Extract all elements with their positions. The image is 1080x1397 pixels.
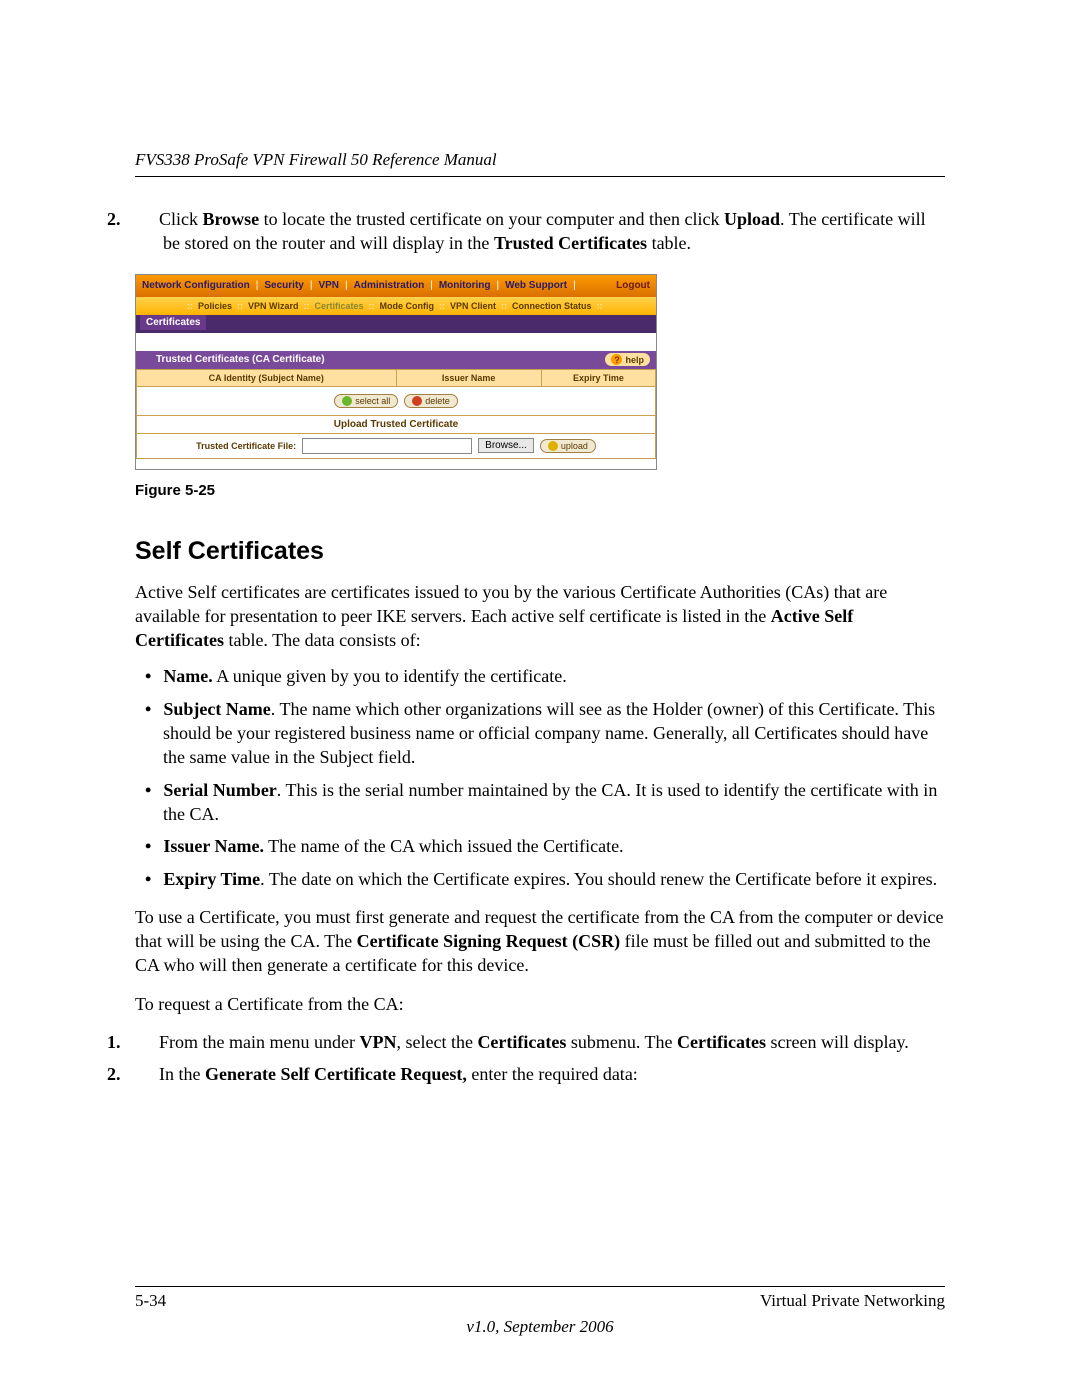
subnav-connection-status[interactable]: Connection Status <box>508 301 596 311</box>
tab-bar: Certificates <box>136 315 656 333</box>
tab-certificates[interactable]: Certificates <box>140 315 206 330</box>
nav-item-administration[interactable]: Administration <box>348 280 431 291</box>
page-footer: 5-34 Virtual Private Networking v1.0, Se… <box>135 1286 945 1337</box>
col-issuer-name: Issuer Name <box>396 369 541 386</box>
section-heading-self-certificates: Self Certificates <box>135 537 945 566</box>
figure-caption: Figure 5-25 <box>135 482 945 499</box>
nav-item-security[interactable]: Security <box>258 280 309 291</box>
top-nav: Network Configuration| Security| VPN| Ad… <box>136 275 656 297</box>
bullet-issuer-name: Issuer Name. The name of the CA which is… <box>135 834 945 858</box>
panel-header-trusted-certs: Trusted Certificates (CA Certificate) he… <box>136 351 656 369</box>
col-ca-identity: CA Identity (Subject Name) <box>137 369 397 386</box>
step-2-text: 2.Click Browse to locate the trusted cer… <box>163 207 945 256</box>
manual-title: FVS338 ProSafe VPN Firewall 50 Reference… <box>135 150 945 170</box>
col-expiry-time: Expiry Time <box>541 369 655 386</box>
help-button[interactable]: help <box>605 353 650 366</box>
check-icon <box>342 396 352 406</box>
upload-section-header: Upload Trusted Certificate <box>136 416 656 434</box>
nav-item-logout[interactable]: Logout <box>610 280 656 291</box>
sub-nav: :: Policies:: VPN Wizard:: Certificates:… <box>136 297 656 315</box>
upload-button[interactable]: upload <box>540 439 596 453</box>
nav-item-vpn[interactable]: VPN <box>312 280 345 291</box>
page-number: 5-34 <box>135 1291 166 1311</box>
request-step-2: 2.In the Generate Self Certificate Reque… <box>135 1062 945 1086</box>
footer-version: v1.0, September 2006 <box>135 1317 945 1337</box>
bullet-name: Name. A unique given by you to identify … <box>135 664 945 688</box>
request-steps: 1.From the main menu under VPN, select t… <box>135 1030 945 1087</box>
bullet-subject-name: Subject Name. The name which other organ… <box>135 697 945 770</box>
panel-icon <box>142 355 151 364</box>
footer-rule <box>135 1286 945 1287</box>
para-csr: To use a Certificate, you must first gen… <box>135 905 945 978</box>
file-path-input[interactable] <box>302 438 472 454</box>
table-action-row: select all delete <box>137 386 656 415</box>
subnav-policies[interactable]: Policies <box>194 301 236 311</box>
upload-icon <box>548 441 558 451</box>
footer-section-name: Virtual Private Networking <box>760 1291 945 1311</box>
subnav-mode-config[interactable]: Mode Config <box>376 301 439 311</box>
bullet-expiry-time: Expiry Time. The date on which the Certi… <box>135 867 945 891</box>
nav-item-web-support[interactable]: Web Support <box>499 280 573 291</box>
panel-title: Trusted Certificates (CA Certificate) <box>156 354 325 365</box>
header-rule <box>135 176 945 177</box>
step-number: 2. <box>135 207 159 231</box>
browse-button[interactable]: Browse... <box>478 438 534 453</box>
subnav-vpn-client[interactable]: VPN Client <box>446 301 500 311</box>
field-description-list: Name. A unique given by you to identify … <box>135 664 945 890</box>
nav-item-network-config[interactable]: Network Configuration <box>136 280 256 291</box>
file-label: Trusted Certificate File: <box>196 441 296 451</box>
subnav-vpn-wizard[interactable]: VPN Wizard <box>244 301 302 311</box>
running-header: FVS338 ProSafe VPN Firewall 50 Reference… <box>135 150 945 177</box>
request-step-1: 1.From the main menu under VPN, select t… <box>135 1030 945 1054</box>
trusted-cert-table: CA Identity (Subject Name) Issuer Name E… <box>136 369 656 416</box>
delete-icon <box>412 396 422 406</box>
para-active-self-certs: Active Self certificates are certificate… <box>135 580 945 653</box>
delete-button[interactable]: delete <box>404 394 458 408</box>
select-all-button[interactable]: select all <box>334 394 398 408</box>
bullet-serial-number: Serial Number. This is the serial number… <box>135 778 945 827</box>
upload-row: Trusted Certificate File: Browse... uplo… <box>136 434 656 459</box>
para-request-intro: To request a Certificate from the CA: <box>135 992 945 1016</box>
subnav-certificates[interactable]: Certificates <box>310 301 367 311</box>
screenshot-figure: Network Configuration| Security| VPN| Ad… <box>135 274 657 470</box>
nav-item-monitoring[interactable]: Monitoring <box>433 280 497 291</box>
